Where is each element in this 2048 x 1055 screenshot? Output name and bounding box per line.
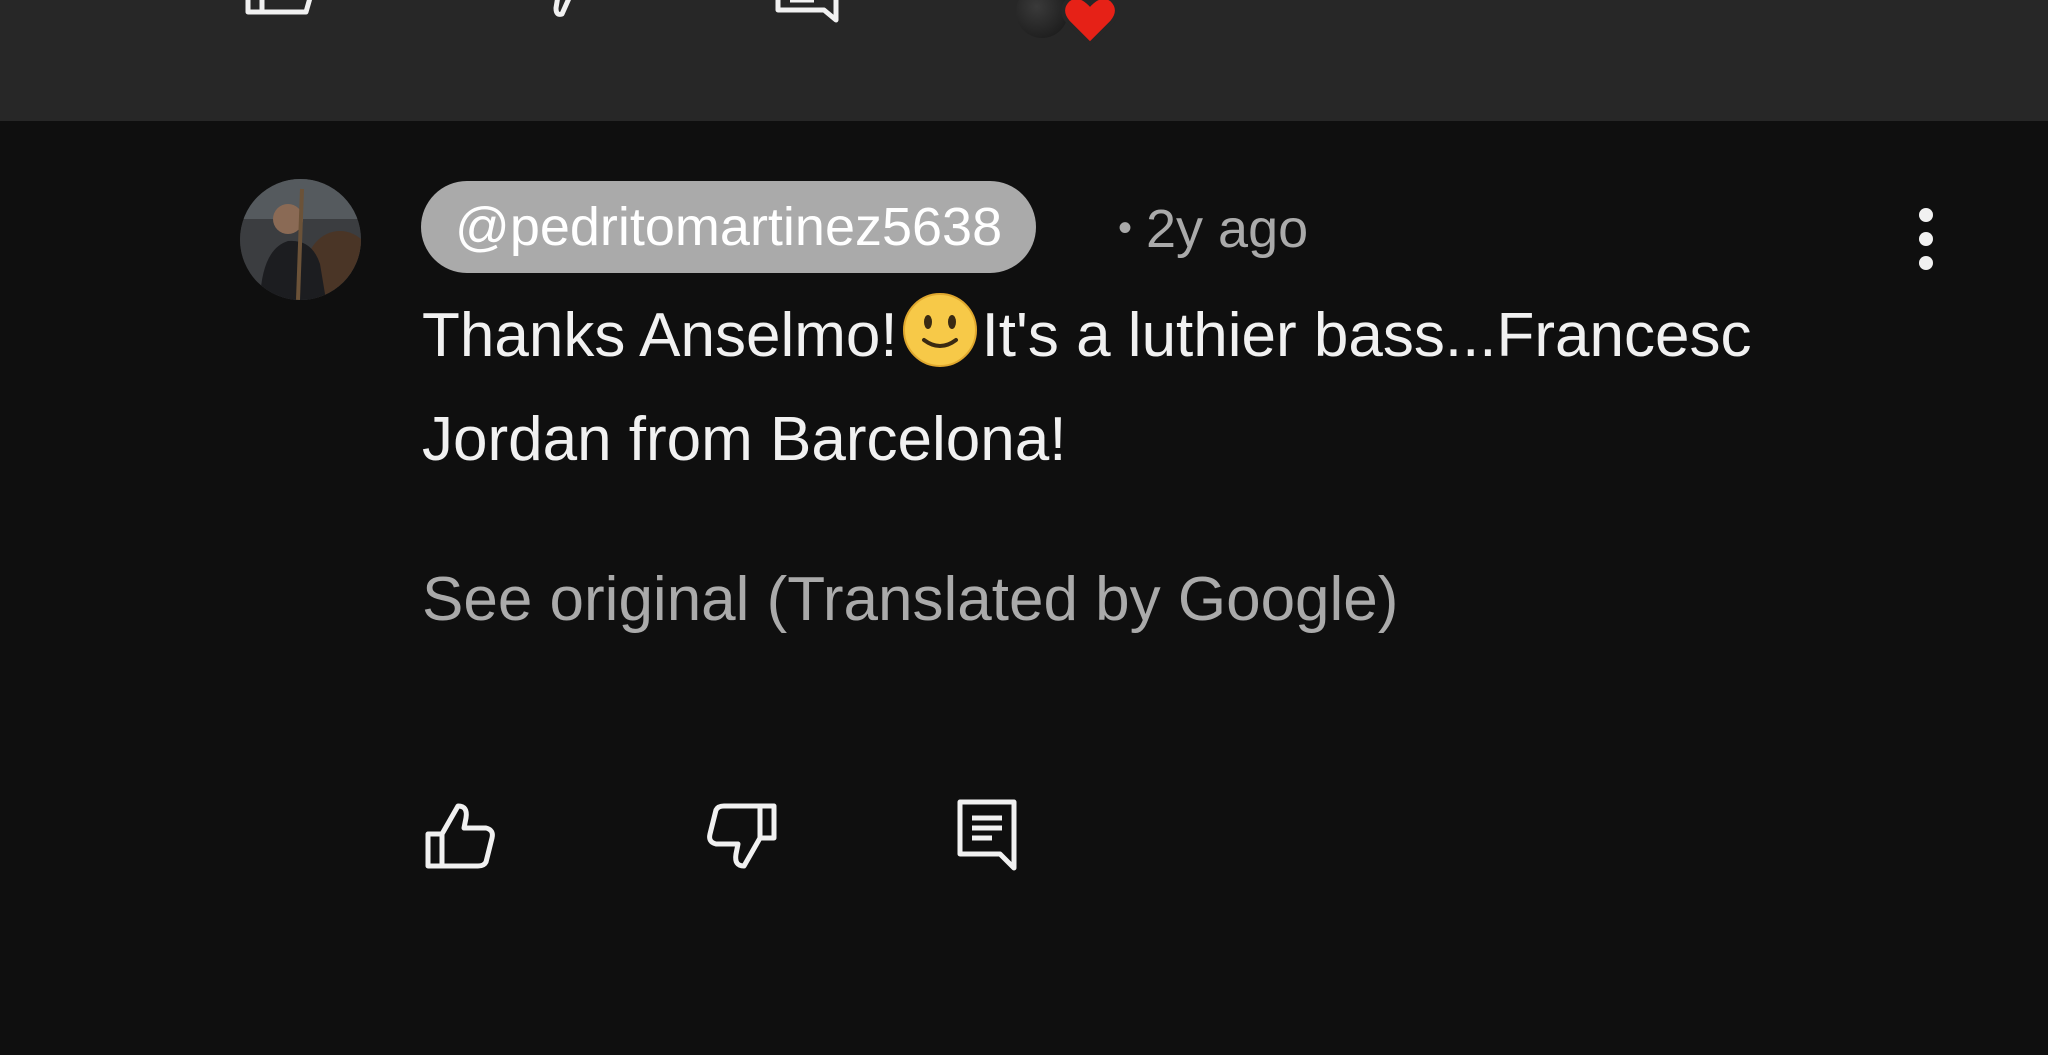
reply-icon[interactable] bbox=[956, 798, 1020, 872]
slightly-smiling-face-icon bbox=[902, 293, 977, 367]
comment-text-part1: Thanks Anselmo! bbox=[422, 301, 898, 370]
comment-text: Thanks Anselmo! It's a luthier bass...Fr… bbox=[422, 284, 1942, 492]
author-name-chip[interactable]: @pedritomartinez5638 bbox=[421, 181, 1037, 273]
comment-meta: • 2y ago bbox=[1118, 196, 1308, 261]
see-original-link[interactable]: See original (Translated by Google) bbox=[422, 560, 1398, 640]
previous-comment-action-bar bbox=[0, 0, 2048, 121]
timestamp: 2y ago bbox=[1146, 199, 1309, 259]
dislike-icon[interactable] bbox=[522, 0, 596, 38]
like-icon[interactable] bbox=[244, 0, 318, 38]
creator-heart-badge[interactable] bbox=[1010, 0, 1120, 56]
meta-separator: • bbox=[1118, 206, 1133, 250]
creator-heart-icon bbox=[1061, 0, 1119, 47]
user-avatar-image bbox=[240, 179, 361, 300]
dislike-icon[interactable] bbox=[702, 800, 778, 872]
reply-icon[interactable] bbox=[774, 0, 840, 38]
avatar[interactable] bbox=[240, 179, 361, 300]
more-vert-icon[interactable] bbox=[1906, 206, 1946, 272]
like-icon[interactable] bbox=[424, 800, 496, 872]
